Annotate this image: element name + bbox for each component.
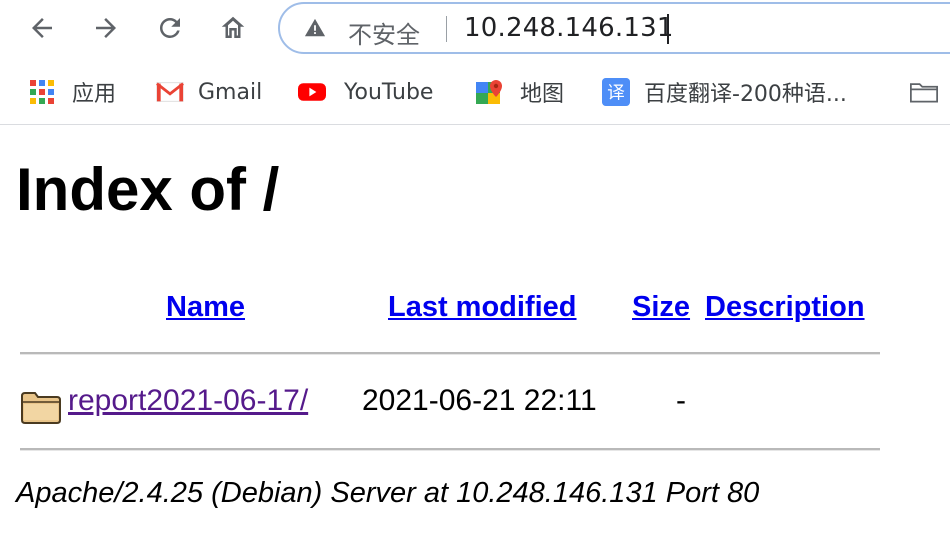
bookmark-label: Gmail — [198, 79, 263, 105]
folder-icon — [910, 78, 938, 106]
bookmark-youtube[interactable]: YouTube — [298, 76, 433, 108]
server-signature: Apache/2.4.25 (Debian) Server at 10.248.… — [16, 477, 760, 509]
baidu-translate-icon: 译 — [602, 78, 630, 106]
url-text[interactable]: 10.248.146.131 — [464, 13, 674, 43]
address-bar[interactable]: 不安全 10.248.146.131 — [278, 2, 950, 54]
home-icon — [221, 16, 245, 38]
sort-by-description-link[interactable]: Description — [705, 291, 865, 324]
youtube-icon — [298, 78, 326, 106]
browser-toolbar: 不安全 10.248.146.131 — [0, 0, 950, 60]
size-cell: - — [676, 384, 686, 417]
divider-top — [20, 352, 880, 355]
last-modified-cell: 2021-06-21 22:11 — [362, 384, 597, 417]
reload-button[interactable] — [152, 10, 188, 46]
directory-link[interactable]: report2021-06-17/ — [68, 384, 308, 418]
arrow-left-icon — [32, 18, 52, 38]
bookmark-baidu-translate[interactable]: 译 百度翻译-200种语... — [602, 76, 847, 108]
text-caret — [667, 14, 669, 44]
bookmark-label: 应用 — [72, 82, 117, 107]
forward-button[interactable] — [88, 10, 124, 46]
omnibox-separator — [446, 16, 447, 42]
bookmark-label: 百度翻译-200种语... — [644, 82, 847, 107]
home-button[interactable] — [215, 10, 251, 46]
sort-by-size-link[interactable]: Size — [632, 291, 690, 324]
bookmarks-bar: 应用 Gmail YouTube 地图 译 百度翻译-200种语... — [0, 60, 950, 125]
svg-text:译: 译 — [607, 83, 625, 104]
bookmark-folder[interactable] — [910, 76, 950, 108]
bookmark-gmail[interactable]: Gmail — [156, 76, 262, 108]
page-content: Index of / Name Last modified Size Descr… — [0, 125, 950, 542]
bookmark-label: YouTube — [344, 79, 434, 105]
reload-icon — [159, 17, 180, 38]
warning-triangle-icon[interactable] — [304, 17, 326, 39]
divider-bottom — [20, 448, 880, 451]
bookmark-apps[interactable]: 应用 — [28, 76, 116, 108]
apps-grid-icon — [28, 78, 56, 106]
bookmark-label: 地图 — [520, 82, 565, 107]
sort-by-name-link[interactable]: Name — [166, 291, 245, 324]
folder-icon — [21, 392, 61, 424]
arrow-right-icon — [96, 18, 116, 38]
bookmark-maps[interactable]: 地图 — [476, 76, 564, 108]
security-status-label[interactable]: 不安全 — [348, 15, 420, 50]
page-title: Index of / — [16, 156, 280, 223]
gmail-icon — [156, 78, 184, 106]
sort-by-last-modified-link[interactable]: Last modified — [388, 291, 577, 324]
back-button[interactable] — [24, 10, 60, 46]
maps-icon — [476, 78, 504, 106]
